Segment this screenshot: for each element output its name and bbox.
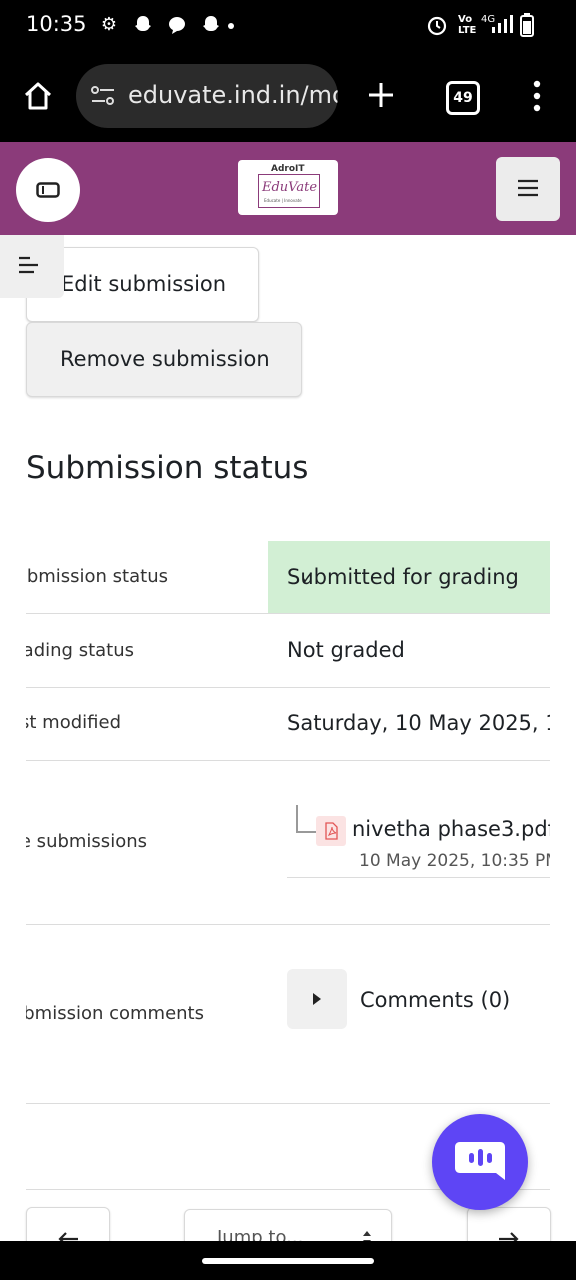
- clock: 10:35: [26, 12, 87, 36]
- pdf-icon: [316, 816, 346, 846]
- row-value-grading-status: Not graded: [287, 638, 405, 662]
- row-label-submission-comments: Submission comments: [26, 1003, 204, 1024]
- edit-submission-label: Edit submission: [61, 272, 227, 296]
- system-navigation-bar: [0, 1241, 576, 1280]
- snapchat-icon: [132, 14, 154, 36]
- system-status-bar: 10:35 ⚙ Vo LTE 4G: [0, 0, 576, 52]
- hamburger-icon: [517, 178, 539, 202]
- chat-bubble-icon: [166, 14, 188, 36]
- volte-icon: Vo LTE: [458, 14, 477, 36]
- tab-switcher-button[interactable]: 49: [446, 81, 480, 115]
- site-settings-icon[interactable]: [90, 84, 116, 112]
- battery-icon: [520, 13, 534, 41]
- table-row: Grading status Not graded: [26, 614, 550, 687]
- main-menu-button[interactable]: [496, 157, 560, 221]
- browser-toolbar: eduvate.ind.in/mod/assign/view.php 49: [0, 52, 576, 142]
- row-divider: [26, 1103, 550, 1104]
- settings-gear-icon: ⚙: [100, 14, 118, 35]
- site-logo[interactable]: AdroIT EduVate Educate | Innovate: [238, 160, 338, 215]
- table-row: File submissions nivetha phase3.pdf 10 M…: [26, 761, 550, 924]
- logo-tagline: Educate | Innovate: [264, 198, 302, 203]
- home-icon[interactable]: [22, 80, 54, 116]
- label-cell: Last modified: [26, 688, 268, 761]
- label-cell: Submission status: [26, 540, 268, 613]
- file-entry: nivetha phase3.pdf 10 May 2025, 10:35 PM: [352, 817, 550, 877]
- section-title: Submission status: [26, 450, 309, 486]
- submission-status-table: Submission status Submitted for grading …: [26, 540, 550, 1100]
- alarm-icon: [426, 14, 448, 36]
- row-label-submission-status: Submission status: [26, 566, 168, 587]
- drawer-toggle-button[interactable]: [16, 158, 80, 222]
- snapchat-icon-2: [200, 14, 222, 36]
- table-row: Submission status Submitted for grading …: [26, 540, 550, 613]
- row-label-grading-status: Grading status: [26, 640, 134, 661]
- row-label-last-modified: Last modified: [26, 712, 121, 733]
- label-cell: Grading status: [26, 614, 268, 687]
- row-value-last-modified: Saturday, 10 May 2025, 10:35 PM: [287, 711, 550, 735]
- site-header: AdroIT EduVate Educate | Innovate: [0, 142, 576, 235]
- logo-brand: EduVate: [262, 180, 318, 195]
- remove-submission-button[interactable]: Remove submission: [26, 322, 302, 397]
- chat-assistant-icon: [454, 1140, 506, 1190]
- more-options-icon[interactable]: [532, 80, 542, 116]
- table-row: Submission comments Comments (0): [26, 925, 550, 1100]
- url-text: eduvate.ind.in/mod/assign/view.php: [128, 81, 338, 109]
- label-cell: Submission comments: [26, 925, 268, 1100]
- status-badge: Submitted for grading ✓: [268, 541, 550, 613]
- label-cell: File submissions: [26, 761, 268, 924]
- file-link[interactable]: nivetha phase3.pdf: [352, 817, 550, 841]
- new-tab-icon[interactable]: [366, 80, 396, 114]
- logo-brand-top: AdroIT: [271, 164, 305, 174]
- chat-assistant-button[interactable]: [432, 1114, 528, 1210]
- sidebar-icon: [36, 182, 60, 202]
- remove-submission-label: Remove submission: [60, 347, 270, 371]
- file-date: 10 May 2025, 10:35 PM: [359, 851, 550, 871]
- row-label-file-submissions: File submissions: [26, 831, 147, 852]
- row-value-submission-status: Submitted for grading: [287, 565, 519, 589]
- course-index-toggle[interactable]: [0, 235, 64, 298]
- comments-link[interactable]: Comments (0): [360, 988, 510, 1012]
- table-row: Last modified Saturday, 10 May 2025, 10:…: [26, 688, 550, 761]
- signal-icon: [490, 14, 514, 38]
- check-icon: ✓: [300, 568, 316, 589]
- home-gesture-handle[interactable]: [202, 1258, 374, 1264]
- notification-dot-icon: [228, 23, 234, 29]
- comments-toggle-button[interactable]: [287, 969, 347, 1029]
- address-bar[interactable]: eduvate.ind.in/mod/assign/view.php: [76, 64, 338, 128]
- play-caret-icon: [312, 991, 322, 1010]
- tree-connector: [296, 805, 316, 833]
- index-list-icon: [18, 255, 42, 279]
- file-divider: [287, 877, 550, 878]
